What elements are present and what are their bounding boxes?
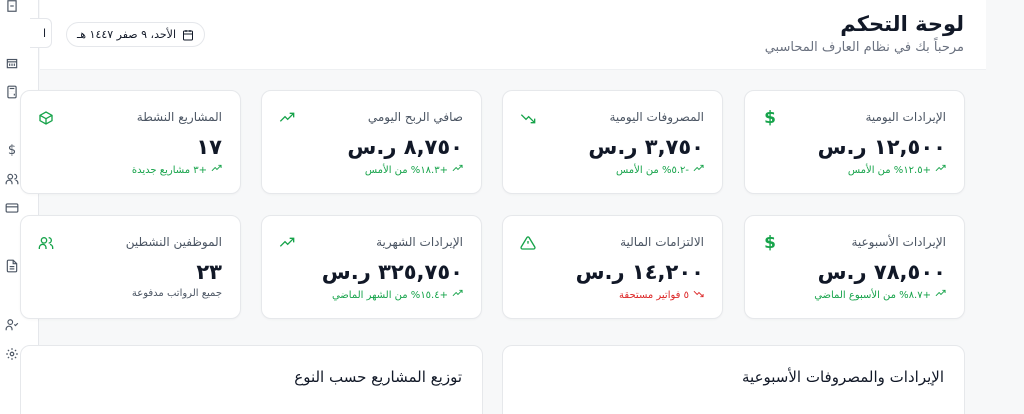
card-delta: +١٥.٤% من الشهر الماضي bbox=[331, 289, 448, 301]
trending-up-icon bbox=[452, 288, 463, 302]
dollar-icon: $ bbox=[764, 108, 776, 128]
card-label: الالتزامات المالية bbox=[620, 235, 704, 249]
alert-triangle-icon bbox=[519, 234, 537, 252]
calendar-icon bbox=[183, 29, 194, 40]
card-value: ٧٨,٥٠٠ ر.س bbox=[817, 260, 946, 284]
card-daily-expenses: المصروفات اليومية ٣,٧٥٠ ر.س -٥.٢% من الأ… bbox=[502, 90, 723, 194]
dollar-icon: $ bbox=[764, 233, 776, 253]
card-delta: +٨.٧% من الأسبوع الماضي bbox=[814, 289, 931, 301]
card-label: الإيرادات اليومية bbox=[865, 110, 946, 124]
card-label: الموظفين النشطين bbox=[125, 235, 222, 249]
trending-down-icon bbox=[519, 109, 537, 127]
card-daily-profit: صافي الربح اليومي ٨,٧٥٠ ر.س +١٨.٣% من ال… bbox=[261, 90, 482, 194]
dollar-icon[interactable]: $ bbox=[4, 142, 20, 158]
card-delta: جميع الرواتب مدفوعة bbox=[131, 288, 222, 299]
card-active-projects: المشاريع النشطة ١٧ +٣ مشاريع جديدة bbox=[20, 90, 241, 194]
trending-up-icon bbox=[211, 163, 222, 177]
settings-icon[interactable] bbox=[4, 346, 20, 362]
card-value: ٨,٧٥٠ ر.س bbox=[347, 135, 463, 159]
card-delta: ٥ فواتير مستحقة bbox=[619, 289, 689, 301]
card-label: الإيرادات الشهرية bbox=[376, 235, 463, 249]
date-badge: الأحد، ٩ صفر ١٤٤٧ هـ bbox=[66, 22, 206, 47]
trending-up-icon bbox=[935, 288, 946, 302]
building-icon[interactable] bbox=[4, 55, 20, 71]
header-action-label: ا bbox=[42, 26, 46, 40]
card-monthly-revenue: الإيرادات الشهرية ٣٢٥,٧٥٠ ر.س +١٥.٤% من … bbox=[261, 215, 482, 319]
panel-title: توزيع المشاريع حسب النوع bbox=[294, 368, 462, 386]
trending-up-icon bbox=[278, 234, 296, 252]
card-value: ١٢,٥٠٠ ر.س bbox=[817, 135, 946, 159]
card-value: ١٤,٢٠٠ ر.س bbox=[575, 260, 704, 284]
trending-up-icon bbox=[693, 163, 704, 177]
user-check-icon[interactable] bbox=[4, 317, 20, 333]
page-header: ا الأحد، ٩ صفر ١٤٤٧ هـ لوحة التحكم مرحبا… bbox=[30, 0, 986, 70]
page-subtitle: مرحباً بك في نظام العارف المحاسبي bbox=[764, 40, 964, 55]
card-value: ٣٢٥,٧٥٠ ر.س bbox=[321, 260, 463, 284]
card-value: ٢٣ bbox=[196, 260, 222, 284]
date-text: الأحد، ٩ صفر ١٤٤٧ هـ bbox=[77, 28, 177, 41]
card-label: المشاريع النشطة bbox=[136, 110, 222, 124]
panel-title: الإيرادات والمصروفات الأسبوعية bbox=[742, 368, 944, 386]
card-daily-revenue: $ الإيرادات اليومية ١٢,٥٠٠ ر.س +١٢.٥% من… bbox=[744, 90, 965, 194]
trending-up-icon bbox=[935, 163, 946, 177]
card-weekly-revenue: $ الإيرادات الأسبوعية ٧٨,٥٠٠ ر.س +٨.٧% م… bbox=[744, 215, 965, 319]
header-action-button[interactable]: ا bbox=[30, 18, 52, 48]
page-title: لوحة التحكم bbox=[840, 12, 964, 36]
credit-card-icon[interactable] bbox=[4, 200, 20, 216]
card-delta: +١٢.٥% من الأمس bbox=[847, 164, 931, 176]
trending-up-icon bbox=[278, 109, 296, 127]
trending-down-icon bbox=[693, 288, 704, 302]
panel-projects-distribution: توزيع المشاريع حسب النوع bbox=[20, 345, 483, 414]
users-icon bbox=[37, 234, 55, 252]
card-delta: +١٨.٣% من الأمس bbox=[364, 164, 448, 176]
card-delta: -٥.٢% من الأمس bbox=[616, 164, 689, 176]
trending-up-icon bbox=[452, 163, 463, 177]
card-value: ١٧ bbox=[196, 135, 222, 159]
card-delta: +٣ مشاريع جديدة bbox=[131, 164, 207, 176]
card-label: صافي الربح اليومي bbox=[367, 110, 463, 124]
card-label: المصروفات اليومية bbox=[609, 110, 704, 124]
card-value: ٣,٧٥٠ ر.س bbox=[588, 135, 704, 159]
card-financial-obligations: الالتزامات المالية ١٤,٢٠٠ ر.س ٥ فواتير م… bbox=[502, 215, 723, 319]
calculator-icon[interactable] bbox=[4, 84, 20, 100]
card-label: الإيرادات الأسبوعية bbox=[851, 235, 946, 249]
package-icon bbox=[37, 109, 55, 127]
file-text-icon[interactable] bbox=[4, 258, 20, 274]
panel-weekly-revenue-expenses: الإيرادات والمصروفات الأسبوعية bbox=[502, 345, 965, 414]
users-icon[interactable] bbox=[4, 171, 20, 187]
building-icon[interactable] bbox=[4, 0, 20, 14]
card-active-employees: الموظفين النشطين ٢٣ جميع الرواتب مدفوعة bbox=[20, 215, 241, 319]
